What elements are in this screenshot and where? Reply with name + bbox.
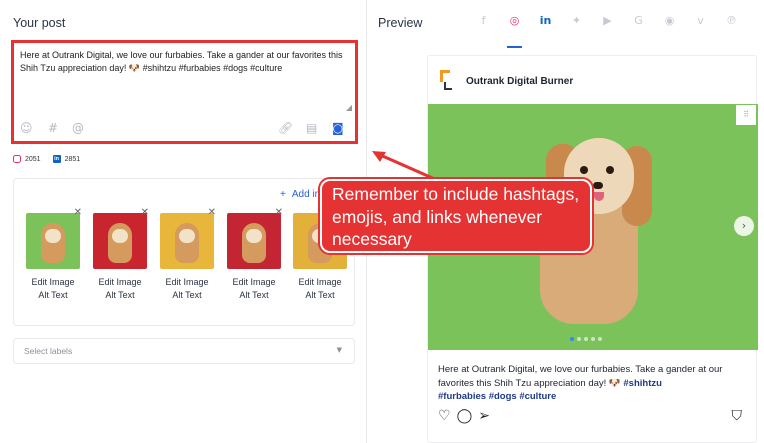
edit-image-link[interactable]: Edit Image xyxy=(26,275,80,289)
callout-text: Remember to include hashtags, emojis, an… xyxy=(332,184,580,249)
media-card: + Add im ✕ Edit Image Alt Text ✕ Edit Image A… xyxy=(13,178,355,326)
post-caption: Here at Outrank Digital, we love our fur… xyxy=(438,363,748,404)
next-image-icon[interactable]: › xyxy=(734,216,754,236)
grid-icon[interactable]: ⠿ xyxy=(736,105,756,125)
instagram-icon xyxy=(13,155,21,163)
facebook-icon[interactable]: f xyxy=(468,14,499,36)
hashtag: #culture xyxy=(519,391,557,402)
close-icon[interactable]: ✕ xyxy=(275,207,283,218)
link-icon[interactable]: 🔗︎ xyxy=(278,121,293,135)
alt-text-link[interactable]: Alt Text xyxy=(26,289,80,302)
instagram-count: 2051 xyxy=(25,155,41,163)
share-icon[interactable]: ➢ xyxy=(478,408,490,424)
chevron-down-icon: ▼ xyxy=(336,346,342,354)
thumb-image[interactable] xyxy=(93,213,147,269)
post-editor-panel: Your post Here at Outrank Digital, we lo… xyxy=(0,0,366,443)
edit-image-link[interactable]: Edit Image xyxy=(227,275,281,289)
close-icon[interactable]: ✕ xyxy=(208,207,216,218)
preview-title: Preview xyxy=(378,16,423,30)
bookmark-icon[interactable]: ⛉ xyxy=(732,408,743,424)
brand-logo xyxy=(438,70,458,92)
mention-icon[interactable]: @ xyxy=(72,121,84,135)
thumb-image[interactable] xyxy=(160,213,214,269)
close-icon[interactable]: ✕ xyxy=(141,207,149,218)
your-post-title: Your post xyxy=(13,16,66,30)
linkedin-icon: in xyxy=(52,155,61,163)
alt-text-link[interactable]: Alt Text xyxy=(93,289,147,302)
hashtag: #furbabies xyxy=(438,391,487,402)
vimeo-icon[interactable]: v xyxy=(685,14,716,36)
post-textarea[interactable]: Here at Outrank Digital, we love our fur… xyxy=(11,40,358,144)
alt-text-link[interactable]: Alt Text xyxy=(293,289,347,302)
edit-image-link[interactable]: Edit Image xyxy=(293,275,347,289)
reddit-icon[interactable]: ◉ xyxy=(654,14,685,36)
hashtag: #shihtzu xyxy=(623,377,662,389)
instagram-icon[interactable]: ◎ xyxy=(499,14,530,48)
carousel-dots xyxy=(570,337,602,341)
alt-text-link[interactable]: Alt Text xyxy=(160,289,214,302)
emoji-icon[interactable]: ☺ xyxy=(20,121,33,135)
hashtag-icon[interactable]: # xyxy=(48,121,58,135)
plus-icon: + xyxy=(280,189,286,200)
thumb-image[interactable] xyxy=(227,213,281,269)
heart-icon[interactable]: ♡ xyxy=(438,408,451,424)
comment-icon[interactable]: ◯ xyxy=(457,408,473,424)
caption-text: Here at Outrank Digital, we love our fur… xyxy=(438,364,723,389)
linkedin-count: 2851 xyxy=(64,155,81,163)
labels-placeholder: Select labels xyxy=(24,346,73,356)
twitter-icon[interactable]: ✦ xyxy=(561,14,592,36)
image-thumb[interactable]: ✕ Edit ImageAlt Text xyxy=(93,207,149,302)
hashtag: #dogs xyxy=(488,391,517,402)
post-text[interactable]: Here at Outrank Digital, we love our fur… xyxy=(20,49,350,75)
network-tabs: f ◎ in ✦ ▶ G ◉ v ℗ xyxy=(468,14,747,48)
post-actions: ♡ ◯ ➢ xyxy=(438,408,490,424)
pinterest-icon[interactable]: ℗ xyxy=(716,14,747,36)
image-thumb[interactable]: ✕ Edit ImageAlt Text xyxy=(160,207,216,302)
close-icon[interactable]: ✕ xyxy=(74,207,82,218)
alt-text-link[interactable]: Alt Text xyxy=(227,289,281,302)
add-image-label: Add im xyxy=(291,189,323,200)
callout-box: Remember to include hashtags, emojis, an… xyxy=(320,179,592,253)
brand-name: Outrank Digital Burner xyxy=(466,75,574,87)
youtube-icon[interactable]: ▶ xyxy=(592,14,623,36)
camera-icon[interactable]: ◙ xyxy=(332,121,344,135)
labels-select[interactable]: Select labels ▼ xyxy=(13,338,355,364)
media-library-icon[interactable]: ▤ xyxy=(306,121,317,135)
edit-image-link[interactable]: Edit Image xyxy=(93,275,147,289)
resize-handle-icon[interactable]: ◢ xyxy=(346,103,352,112)
image-thumb[interactable]: ✕ Edit ImageAlt Text xyxy=(227,207,283,302)
image-thumb[interactable]: ✕ Edit ImageAlt Text xyxy=(26,207,82,302)
post-header: Outrank Digital Burner xyxy=(438,70,573,92)
edit-image-link[interactable]: Edit Image xyxy=(160,275,214,289)
linkedin-icon[interactable]: in xyxy=(530,14,561,36)
google-icon[interactable]: G xyxy=(623,14,654,36)
character-counts: 2051 in 2851 xyxy=(13,155,80,163)
add-image-button[interactable]: + Add im xyxy=(280,189,323,200)
thumb-image[interactable] xyxy=(26,213,80,269)
